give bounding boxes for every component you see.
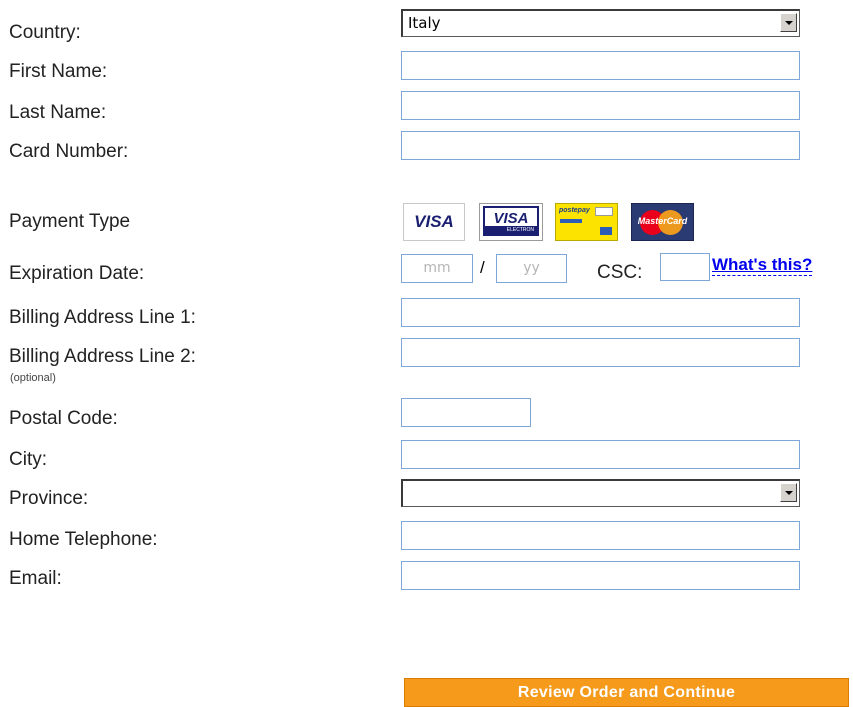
postal-code-label: Postal Code: — [9, 408, 118, 429]
csc-label: CSC: — [597, 262, 643, 283]
postepay-card-text: postepay — [559, 207, 590, 214]
first-name-field[interactable] — [401, 51, 800, 80]
province-select[interactable] — [401, 479, 800, 507]
visa-card-icon[interactable]: VISA — [403, 203, 465, 241]
chevron-down-icon[interactable] — [780, 13, 797, 32]
mastercard-card-icon[interactable]: MasterCard — [631, 203, 694, 241]
country-select[interactable]: Italy — [401, 9, 800, 37]
city-label: City: — [9, 449, 47, 470]
mastercard-card-text: MasterCard — [637, 216, 688, 226]
expiration-separator: / — [480, 258, 485, 277]
email-label: Email: — [9, 568, 62, 589]
postepay-logo-shape — [595, 207, 613, 216]
last-name-label: Last Name: — [9, 102, 107, 123]
first-name-label: First Name: — [9, 61, 108, 82]
home-telephone-field[interactable] — [401, 521, 800, 550]
billing-line2-label: Billing Address Line 2: — [9, 346, 196, 367]
last-name-field[interactable] — [401, 91, 800, 120]
billing-line2-field[interactable] — [401, 338, 800, 367]
postepay-card-icon[interactable]: postepay — [555, 203, 618, 241]
postepay-stripe-shape — [560, 219, 582, 223]
chevron-down-icon[interactable] — [780, 483, 797, 502]
city-field[interactable] — [401, 440, 800, 469]
country-label: Country: — [9, 22, 81, 43]
review-order-button[interactable]: Review Order and Continue — [404, 678, 849, 707]
card-number-label: Card Number: — [9, 141, 129, 162]
home-telephone-label: Home Telephone: — [9, 529, 158, 550]
postepay-chip-shape — [600, 227, 612, 235]
payment-type-label: Payment Type — [9, 211, 131, 232]
billing-line2-optional-note: (optional) — [10, 372, 56, 384]
province-label: Province: — [9, 488, 89, 509]
card-number-field[interactable] — [401, 131, 800, 160]
visa-electron-frame: VISA ELECTRON — [483, 206, 539, 236]
csc-field[interactable] — [660, 253, 710, 281]
expiration-year-field[interactable]: yy — [496, 254, 567, 283]
billing-line1-field[interactable] — [401, 298, 800, 327]
postal-code-field[interactable] — [401, 398, 531, 427]
country-select-value: Italy — [408, 14, 441, 32]
visa-electron-card-icon[interactable]: VISA ELECTRON — [479, 203, 543, 241]
expiration-month-field[interactable]: mm — [401, 254, 473, 283]
billing-line1-label: Billing Address Line 1: — [9, 307, 196, 328]
visa-card-text: VISA — [414, 212, 454, 231]
email-field[interactable] — [401, 561, 800, 590]
whats-this-link[interactable]: What's this? — [712, 255, 813, 276]
expiration-date-label: Expiration Date: — [9, 263, 145, 284]
